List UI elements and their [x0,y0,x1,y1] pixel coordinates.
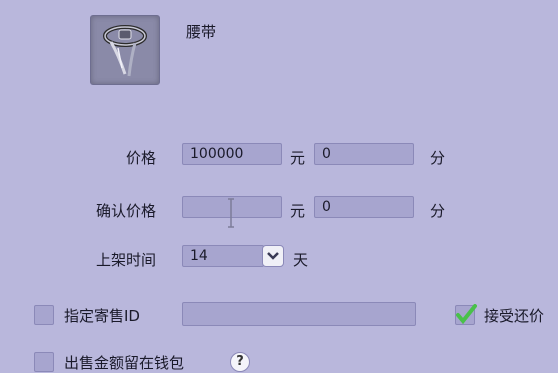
price-fen-input[interactable]: 0 [314,143,414,165]
designated-buyer-label: 指定寄售ID [64,307,140,325]
item-name: 腰带 [186,23,217,41]
listing-time-select[interactable]: 14 [182,245,264,267]
checkmark-icon [456,304,477,324]
listing-time-dropdown-button[interactable] [262,245,284,267]
listing-time-label: 上架时间 [95,251,156,269]
confirm-price-fen-input[interactable]: 0 [314,196,414,218]
designated-buyer-input[interactable] [182,302,416,326]
price-yuan-input[interactable]: 100000 [182,143,282,165]
chevron-down-icon [267,252,279,260]
text-cursor-icon [226,197,236,229]
proceeds-wallet-checkbox[interactable] [34,352,54,372]
confirm-price-label: 确认价格 [95,202,156,220]
price-label: 价格 [125,149,156,167]
accept-counteroffer-checkbox[interactable] [455,304,477,325]
help-icon[interactable]: ? [230,352,250,372]
belt-icon [90,15,160,85]
price-fen-unit: 分 [430,149,446,167]
confirm-price-fen-unit: 分 [430,202,446,220]
listing-time-unit: 天 [293,251,309,269]
designated-buyer-checkbox[interactable] [34,305,54,325]
accept-counteroffer-label: 接受还价 [484,307,545,325]
confirm-price-yuan-unit: 元 [290,202,306,220]
price-yuan-unit: 元 [290,149,306,167]
